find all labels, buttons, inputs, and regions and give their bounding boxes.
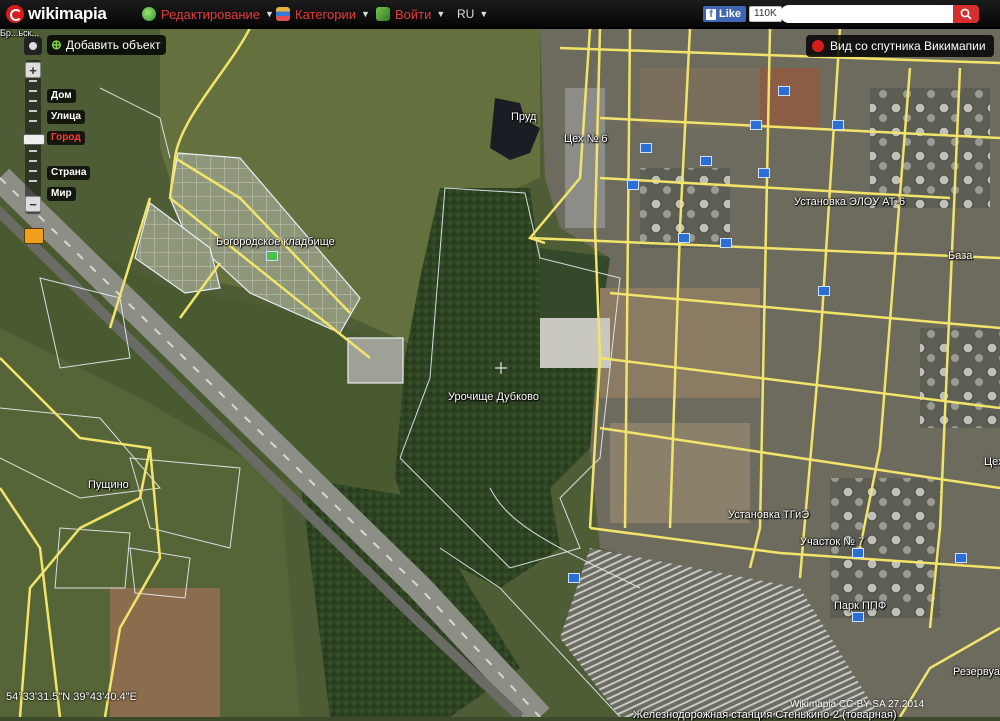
language-selector[interactable]: RU ▼ [457, 0, 488, 28]
building-marker-icon[interactable] [758, 168, 770, 178]
menu-edit[interactable]: Редактирование ▼ [142, 0, 274, 28]
menu-categories[interactable]: Категории ▼ [276, 0, 370, 28]
building-marker-icon[interactable] [778, 86, 790, 96]
building-marker-icon[interactable] [852, 548, 864, 558]
zoom-slider-handle[interactable] [23, 134, 45, 145]
map-label-tgie[interactable]: Установка ТГиЭ [728, 509, 809, 521]
zoom-level-country[interactable]: Страна [47, 166, 91, 180]
satellite-view-button[interactable]: Вид со спутника Викимапии [806, 35, 994, 57]
zoom-tick [29, 120, 37, 122]
building-marker-icon[interactable] [818, 286, 830, 296]
zoom-level-city[interactable]: Город [47, 131, 85, 145]
zoom-tick [29, 100, 37, 102]
credit-date: 27.2014 [888, 699, 925, 710]
map-label-dubkovo[interactable]: Урочище Дубково [448, 391, 539, 403]
chevron-down-icon: ▼ [361, 9, 370, 19]
chevron-down-icon: ▼ [479, 9, 489, 19]
menu-login-label: Войти [395, 6, 432, 22]
facebook-like[interactable]: f Like 110K [703, 6, 782, 22]
zoom-tick [29, 170, 37, 172]
search-button[interactable] [953, 5, 979, 23]
credit-text: Wikimapia CC-BY-SA [790, 699, 886, 710]
map-credit: Wikimapia CC-BY-SA 27.2014 [790, 699, 924, 710]
building-marker-icon[interactable] [750, 120, 762, 130]
zoom-tick [29, 110, 37, 112]
categories-icon [276, 7, 290, 21]
globe-edit-icon [142, 7, 156, 21]
zoom-tick [29, 180, 37, 182]
building-marker-icon[interactable] [955, 553, 967, 563]
zoom-tick [29, 160, 37, 162]
map-label-reservoir[interactable]: Резервуар [953, 666, 1000, 678]
login-icon [376, 7, 390, 21]
map-label-section-7[interactable]: Участок № 7 [800, 536, 864, 548]
zoom-level-world[interactable]: Мир [47, 187, 76, 201]
map-label-workshop[interactable]: Цех [984, 456, 1000, 468]
language-label: RU [457, 7, 475, 21]
facebook-icon: f [706, 8, 716, 20]
top-bar: wikimapia Редактирование ▼ Категории ▼ В… [0, 0, 1000, 29]
layers-icon[interactable] [24, 228, 44, 244]
zoom-level-house[interactable]: Дом [47, 89, 76, 103]
satellite-map[interactable]: Пруд Цех № 6 Установка ЭЛОУ АТ-6 База Бо… [0, 28, 1000, 721]
zoom-in-button[interactable]: + [25, 62, 41, 78]
building-marker-icon[interactable] [720, 238, 732, 248]
building-marker-icon[interactable] [832, 120, 844, 130]
building-marker-icon[interactable] [627, 180, 639, 190]
map-label-pushchino[interactable]: Пущино [88, 479, 129, 491]
zoom-tick [29, 150, 37, 152]
add-icon: ⊕ [51, 37, 62, 52]
wikimapia-logo[interactable]: wikimapia [6, 3, 107, 25]
facebook-like-count: 110K [749, 6, 782, 22]
chevron-down-icon: ▼ [436, 9, 446, 19]
building-marker-icon[interactable] [852, 612, 864, 622]
zoom-out-button[interactable]: − [25, 196, 41, 212]
map-label-workshop-6[interactable]: Цех № 6 [564, 133, 608, 145]
settings-circle-button[interactable] [24, 37, 42, 55]
building-marker-icon[interactable] [266, 251, 278, 261]
map-label-station[interactable]: Железнодорожная станция Стенькино-2 (тов… [633, 709, 897, 721]
map-label-park-ppf[interactable]: Парк ППФ [834, 600, 886, 612]
building-marker-icon[interactable] [678, 233, 690, 243]
menu-login[interactable]: Войти ▼ [376, 0, 445, 28]
search-input[interactable] [780, 5, 955, 23]
facebook-like-button[interactable]: f Like [703, 6, 747, 22]
menu-edit-label: Редактирование [161, 6, 261, 22]
map-label-pond[interactable]: Пруд [511, 111, 536, 123]
chevron-down-icon: ▼ [265, 9, 274, 19]
map-label-elou-at6[interactable]: Установка ЭЛОУ АТ-6 [794, 196, 905, 208]
zoom-level-street[interactable]: Улица [47, 110, 85, 124]
map-label-cemetery[interactable]: Богородское кладбище [216, 236, 335, 248]
map-canvas[interactable] [0, 28, 1000, 717]
building-marker-icon[interactable] [640, 143, 652, 153]
map-label-base[interactable]: База [948, 250, 972, 262]
logo-text: wikimapia [28, 4, 107, 23]
satellite-view-label: Вид со спутника Викимапии [830, 39, 986, 53]
menu-categories-label: Категории [295, 6, 356, 22]
wikimapia-icon [812, 40, 824, 52]
building-marker-icon[interactable] [568, 573, 580, 583]
add-object-label: Добавить объект [65, 38, 161, 52]
coordinates-readout: 54°33'31.5"N 39°43'40.4"E [6, 691, 137, 703]
zoom-tick [29, 80, 37, 82]
facebook-like-label: Like [719, 8, 742, 20]
search-icon [960, 8, 972, 20]
add-object-button[interactable]: ⊕ Добавить объект [47, 35, 167, 55]
building-marker-icon[interactable] [700, 156, 712, 166]
zoom-tick [29, 90, 37, 92]
wikimapia-logo-icon [6, 5, 24, 23]
